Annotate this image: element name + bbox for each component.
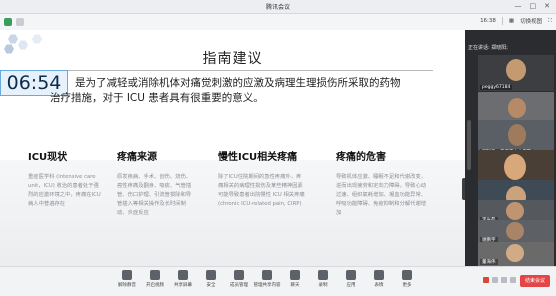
participant-tile[interactable]: 谢鹏宇 (478, 220, 554, 244)
meeting-app: 腾讯会议 — □ ✕ 16:38 ▦ 切换视图 ⛶ 指南建议 06:54 是为了 (0, 0, 556, 296)
emoji-icon (374, 270, 384, 280)
record-icon (318, 270, 328, 280)
slide-title: 指南建议 (202, 51, 263, 67)
window-titlebar: 腾讯会议 — □ ✕ (0, 0, 556, 14)
members-button[interactable]: 成员管理 (224, 270, 254, 288)
grid-icon[interactable]: ▦ (509, 18, 514, 24)
meeting-info-icons (4, 18, 24, 26)
participant-scrollbar[interactable] (467, 120, 471, 170)
more-icon (402, 270, 412, 280)
security-button[interactable]: 安全 (196, 270, 226, 288)
slide-intro: 是为了减轻或消除机体对痛觉刺激的应激及病理生理损伤所采取的药物 治疗措施，对于 … (50, 76, 450, 106)
share-icon (178, 270, 188, 280)
column-icu-status: ICU现状 重症医学科 (intensive care unit，ICU) 收治… (28, 148, 104, 209)
meeting-toolbar: 解除静音 开启视频 共享屏幕 安全 成员管理 管理共享内容 聊天 录制 应用 表… (0, 266, 556, 296)
column-heading: ICU现状 (28, 152, 68, 163)
column-pain-source: 疼痛来源 原发疾病、手术、创伤、烧伤、癌性疼痛及翻身、吸痰、气管插管、伤口护理、… (117, 148, 195, 218)
manage-share-icon (262, 270, 272, 280)
title-divider (28, 70, 433, 71)
manage-share-button[interactable]: 管理共享内容 (252, 270, 282, 288)
intro-line-1: 是为了减轻或消除机体对痛觉刺激的应激及病理生理损伤所采取的药物 (75, 77, 401, 89)
column-heading: 慢性ICU相关疼痛 (218, 152, 298, 163)
switch-view-button[interactable]: 切换视图 (520, 17, 542, 25)
chat-button[interactable]: 聊天 (280, 270, 310, 288)
members-icon (234, 270, 244, 280)
participant-video (508, 98, 526, 118)
start-video-button[interactable]: 开启视频 (140, 270, 170, 288)
intro-line-2: 治疗措施，对于 ICU 患者具有很重要的意义。 (50, 92, 264, 104)
participant-tile[interactable]: 董海伟 (478, 242, 554, 266)
participant-name: peggy67184 (480, 85, 513, 90)
column-chronic-pain: 慢性ICU相关疼痛 除了ICU住院期间的急性疼痛外，疼痛相关的病理性损伤及某些精… (218, 148, 306, 209)
column-body: 除了ICU住院期间的急性疼痛外，疼痛相关的病理性损伤及某些精神因素可能导致患者出… (218, 174, 305, 207)
meeting-clock: 16:38 (480, 18, 496, 24)
tray-icon[interactable] (501, 277, 507, 283)
participant-panel: 正在讲话: 郑晓阳; peggy67184 邱阿伟 - 重庆市中心医院 王叶雨 … (466, 30, 556, 266)
participant-video (508, 124, 526, 146)
system-tray (483, 277, 516, 283)
shield-icon (206, 270, 216, 280)
microphone-icon (122, 270, 132, 280)
close-icon[interactable]: ✕ (544, 2, 550, 10)
active-speaker-label: 正在讲话: 郑晓阳; (468, 45, 508, 51)
reactions-button[interactable]: 表情 (364, 270, 394, 288)
participant-name: 董海伟 (480, 259, 498, 265)
signal-icon[interactable] (16, 18, 24, 26)
column-body: 导致机体应激、睡眠不足和代谢改变，进而出现疲劳和定向力障碍，导致心动过速、组织氧… (336, 174, 427, 216)
window-title: 腾讯会议 (265, 4, 290, 11)
tray-icon[interactable] (510, 277, 516, 283)
participant-video (506, 222, 524, 240)
shared-slide: 指南建议 06:54 是为了减轻或消除机体对痛觉刺激的应激及病理生理损伤所采取的… (0, 30, 465, 266)
divider (501, 17, 503, 25)
window-controls: — □ ✕ (515, 2, 551, 10)
end-meeting-button[interactable]: 结束会议 (520, 275, 550, 287)
column-heading: 疼痛来源 (117, 152, 157, 163)
apps-button[interactable]: 应用 (336, 270, 366, 288)
slide-scrollbar[interactable] (462, 178, 465, 200)
minimize-icon[interactable]: — (515, 2, 522, 10)
decor-hexagon (32, 34, 42, 44)
column-pain-harm: 疼痛的危害 导致机体应激、睡眠不足和代谢改变，进而出现疲劳和定向力障碍，导致心动… (336, 148, 428, 218)
participant-video (506, 244, 524, 262)
camera-icon (150, 270, 160, 280)
apps-icon (346, 270, 356, 280)
topbar-right: 16:38 ▦ 切换视图 ⛶ (480, 17, 552, 25)
participant-video (506, 59, 526, 81)
share-screen-button[interactable]: 共享屏幕 (168, 270, 198, 288)
fullscreen-icon[interactable]: ⛶ (548, 18, 552, 25)
record-button[interactable]: 录制 (308, 270, 338, 288)
participant-video (506, 202, 524, 220)
tray-icon[interactable] (492, 277, 498, 283)
column-body: 原发疾病、手术、创伤、烧伤、癌性疼痛及翻身、吸痰、气管插管、伤口护理、引流管拔除… (117, 174, 192, 216)
meeting-topbar: 16:38 ▦ 切换视图 ⛶ (0, 14, 556, 30)
column-body: 重症医学科 (intensive care unit，ICU) 收治的患者处于强… (28, 174, 101, 207)
column-heading: 疼痛的危害 (336, 152, 386, 163)
participant-video (504, 154, 526, 180)
meeting-info-icon[interactable] (4, 18, 12, 26)
sogou-ime-icon[interactable] (483, 277, 489, 283)
more-button[interactable]: 更多 (392, 270, 422, 288)
maximize-icon[interactable]: □ (530, 2, 537, 10)
unmute-button[interactable]: 解除静音 (112, 270, 142, 288)
participant-tile[interactable]: peggy67184 (478, 55, 554, 91)
chat-icon (290, 270, 300, 280)
decor-hexagon (8, 34, 18, 44)
